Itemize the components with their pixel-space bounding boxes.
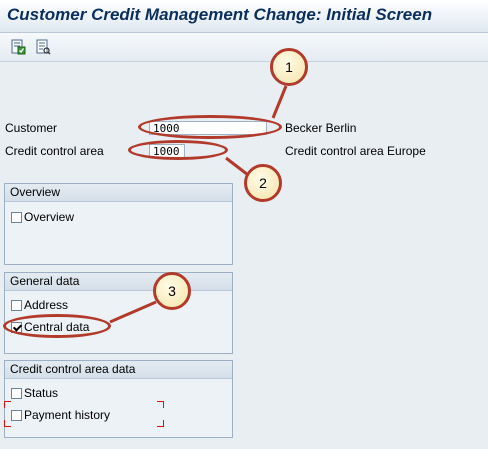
credit-area-highlight-oval — [128, 140, 228, 160]
annotation-connectors — [109, 85, 288, 324]
callout-2: 2 — [244, 164, 282, 202]
callout-3-pointer — [109, 300, 157, 324]
central-data-highlight-oval — [3, 314, 111, 338]
callout-3: 3 — [153, 272, 191, 310]
callout-1-pointer — [271, 85, 288, 119]
customer-highlight-oval — [138, 115, 282, 139]
callout-1: 1 — [270, 48, 308, 86]
